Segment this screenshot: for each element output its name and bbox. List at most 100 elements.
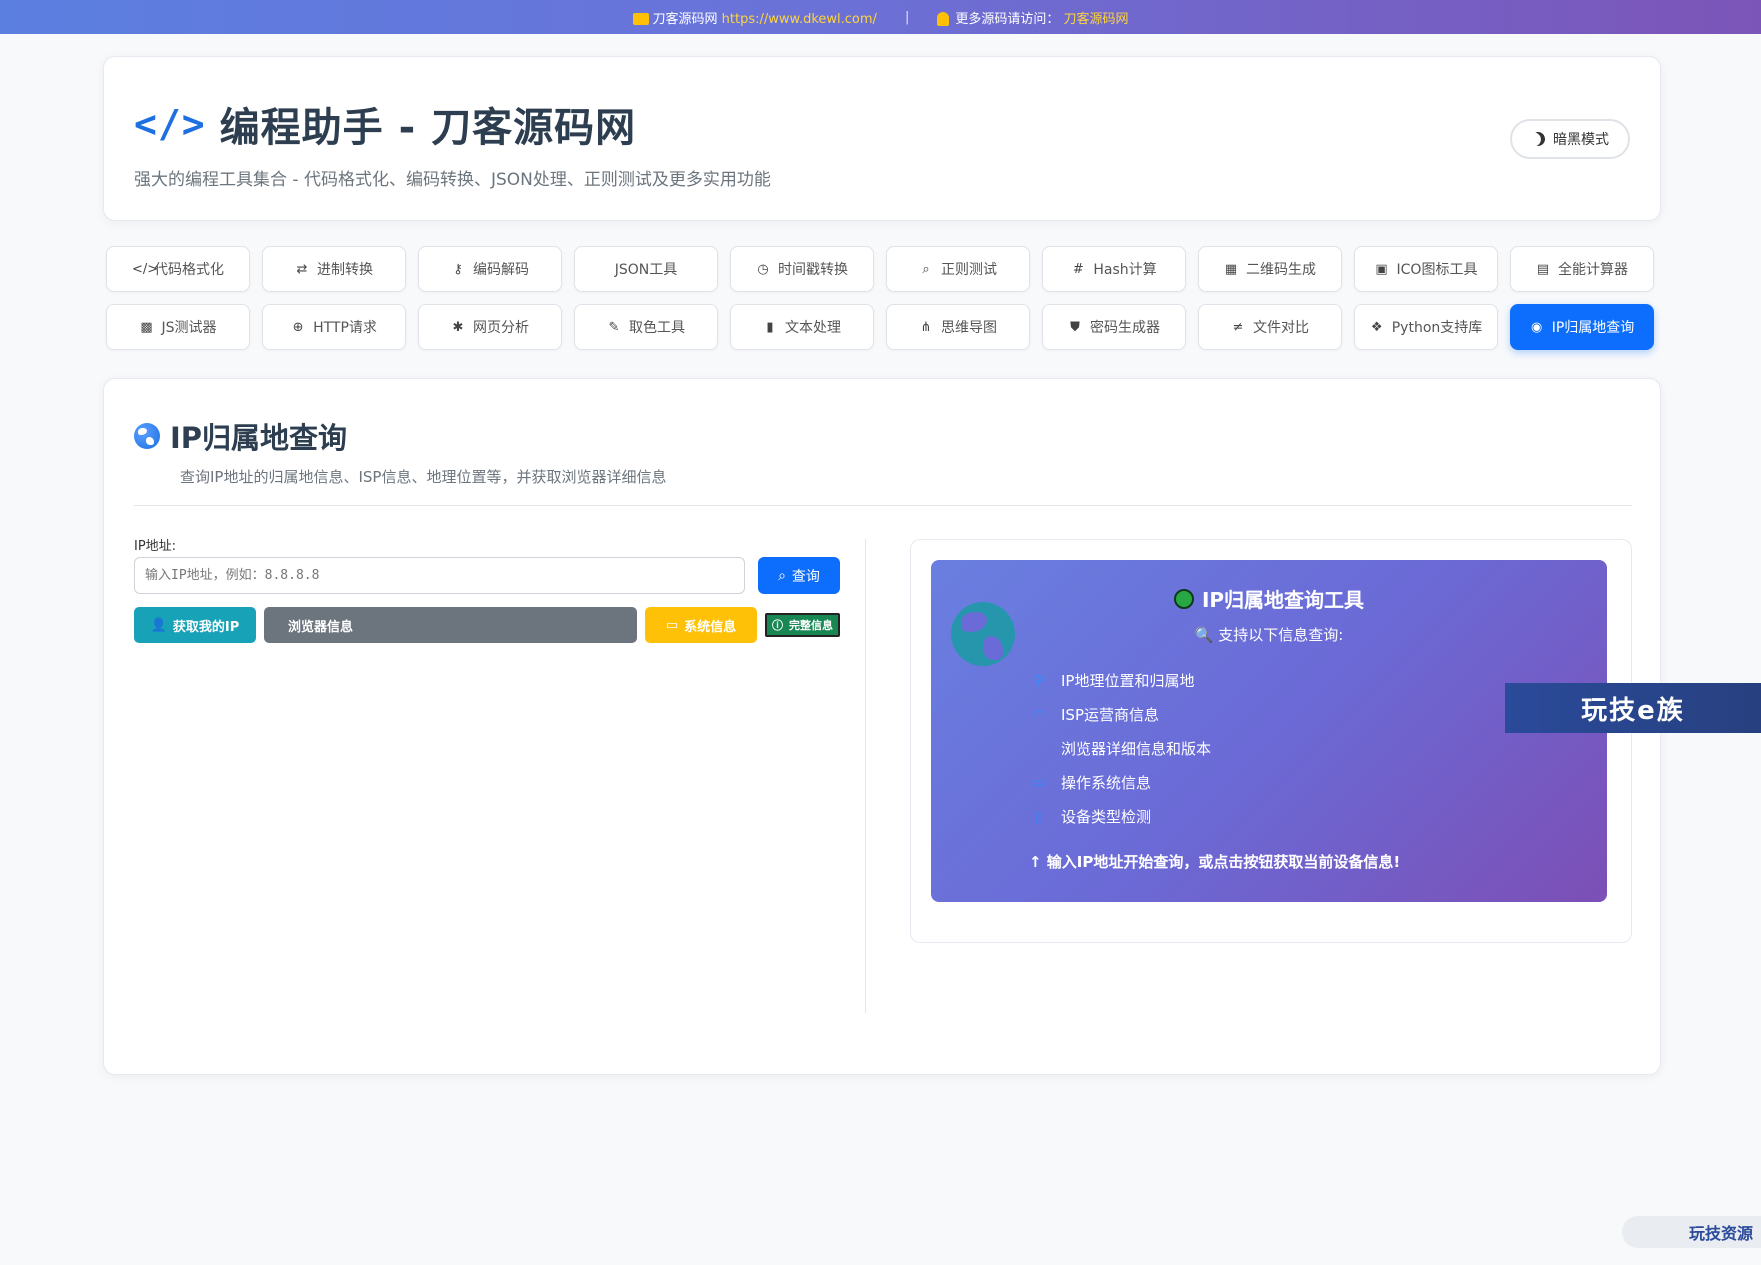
- info-panel-subtitle-text: 支持以下信息查询:: [1218, 626, 1344, 644]
- mobile-icon: ▯: [1035, 808, 1043, 825]
- full-info-button[interactable]: ⓘ 完整信息: [765, 613, 840, 637]
- globe-green-icon: [1173, 588, 1194, 609]
- wifi-icon: ◠: [1032, 706, 1046, 723]
- file-icon: ▮: [766, 319, 774, 335]
- tool-python[interactable]: ❖ Python支持库: [1354, 304, 1498, 350]
- tool-timestamp[interactable]: ◷ 时间戳转换: [730, 246, 874, 292]
- query-label: 查询: [791, 568, 820, 585]
- js-icon: ▩: [140, 319, 153, 335]
- page-subtitle: 强大的编程工具集合 - 代码格式化、编码转换、JSON处理、正则测试及更多实用功…: [134, 170, 771, 190]
- calculator-icon: ▤: [1536, 261, 1550, 277]
- dark-mode-button[interactable]: 暗黑模式: [1510, 119, 1630, 159]
- tool-label: 代码格式化: [154, 262, 224, 278]
- tool-label: Python支持库: [1391, 320, 1483, 336]
- tool-http[interactable]: ⊕ HTTP请求: [262, 304, 406, 350]
- flag-icon: [632, 13, 649, 25]
- tool-js-tester[interactable]: ▩ JS测试器: [106, 304, 250, 350]
- more-label: 更多源码请访问：: [955, 11, 1060, 27]
- exchange-icon: ⇄: [296, 261, 308, 277]
- tool-ico[interactable]: ▣ ICO图标工具: [1354, 246, 1498, 292]
- tool-calculator[interactable]: ▤ 全能计算器: [1510, 246, 1654, 292]
- tool-qrcode[interactable]: ▦ 二维码生成: [1198, 246, 1342, 292]
- tool-label: Hash计算: [1093, 262, 1157, 278]
- tool-label: 取色工具: [629, 320, 685, 336]
- tool-encode-decode[interactable]: ⚷ 编码解码: [418, 246, 562, 292]
- section-divider: [134, 505, 1632, 506]
- key-icon: ⚷: [453, 261, 463, 277]
- eyedropper-icon: ✎: [608, 319, 620, 335]
- info-panel-subtitle: 🔍 支持以下信息查询:: [931, 624, 1607, 645]
- page-title: </> 编程助手 - 刀客源码网: [134, 95, 636, 153]
- site-url[interactable]: https://www.dkewl.com/: [722, 12, 877, 27]
- section-subtitle: 查询IP地址的归属地信息、ISP信息、地理位置等，并获取浏览器详细信息: [180, 468, 667, 486]
- python-icon: ❖: [1370, 319, 1383, 335]
- btn-label: 浏览器信息: [288, 619, 354, 635]
- browser-info-button[interactable]: 浏览器信息: [264, 607, 637, 643]
- watermark-banner: 玩技e族: [1505, 683, 1761, 733]
- btn-label: 系统信息: [684, 619, 737, 635]
- tool-label: 全能计算器: [1558, 262, 1628, 278]
- info-panel-footer: ↑ 输入IP地址开始查询，或点击按钮获取当前设备信息!: [1029, 853, 1401, 871]
- more-link[interactable]: 刀客源码网: [1063, 12, 1128, 27]
- tool-base-convert[interactable]: ⇄ 进制转换: [262, 246, 406, 292]
- feature-item: ▯ 设备类型检测: [1031, 806, 1151, 827]
- feature-item: 浏览器详细信息和版本: [1031, 738, 1211, 759]
- tool-diff[interactable]: ≠ 文件对比: [1198, 304, 1342, 350]
- query-button[interactable]: ⌕ 查询: [758, 557, 840, 594]
- search-icon: ⌕: [778, 567, 786, 584]
- user-icon: 👤: [150, 617, 167, 633]
- get-my-ip-button[interactable]: 👤 获取我的IP: [134, 607, 256, 643]
- site-name: 刀客源码网: [652, 11, 718, 27]
- site-link[interactable]: 刀客源码网 https://www.dkewl.com/: [632, 8, 877, 27]
- topbar-separator: |: [904, 9, 910, 25]
- tool-label: IP归属地查询: [1551, 320, 1635, 336]
- tool-regex[interactable]: ⌕ 正则测试: [886, 246, 1030, 292]
- page-title-text: 编程助手 - 刀客源码网: [219, 105, 637, 151]
- dark-mode-label: 暗黑模式: [1553, 132, 1609, 148]
- qrcode-icon: ▦: [1224, 261, 1238, 277]
- system-info-button[interactable]: ▭ 系统信息: [645, 607, 757, 643]
- announcement-bar: 刀客源码网 https://www.dkewl.com/ | 更多源码请访问： …: [0, 0, 1761, 34]
- feature-label: IP地理位置和归属地: [1061, 672, 1195, 690]
- tool-label: JS测试器: [161, 320, 217, 336]
- info-icon: ⓘ: [772, 619, 783, 632]
- map-marker-icon: ⚲: [1033, 672, 1045, 689]
- tool-mindmap[interactable]: ⋔ 思维导图: [886, 304, 1030, 350]
- bug-icon: ✱: [452, 319, 464, 335]
- tool-label: 文本处理: [785, 320, 841, 336]
- tool-label: ICO图标工具: [1396, 262, 1478, 278]
- info-panel-title-text: IP归属地查询工具: [1201, 588, 1365, 612]
- tool-label: 时间戳转换: [778, 262, 848, 278]
- code-icon: </>: [132, 261, 159, 277]
- watermark-bottom: 玩技资源: [1622, 1216, 1761, 1248]
- tool-web-analysis[interactable]: ✱ 网页分析: [418, 304, 562, 350]
- section-title-text: IP归属地查询: [170, 421, 348, 455]
- tool-label: 正则测试: [941, 262, 997, 278]
- tool-password[interactable]: ⛊ 密码生成器: [1042, 304, 1186, 350]
- feature-label: 设备类型检测: [1061, 808, 1152, 826]
- query-panel: IP地址: ⌕ 查询 👤 获取我的IP 浏览器信息 ▭ 系统信息 ⓘ 完整信息: [134, 535, 840, 1015]
- globe-icon: ◉: [1531, 319, 1543, 335]
- tool-label: 密码生成器: [1090, 320, 1160, 336]
- tool-hash[interactable]: # Hash计算: [1042, 246, 1186, 292]
- btn-label: 完整信息: [789, 619, 833, 632]
- tool-label: HTTP请求: [313, 320, 377, 336]
- image-icon: ▣: [1375, 261, 1388, 277]
- tool-text[interactable]: ▮ 文本处理: [730, 304, 874, 350]
- bell-icon: [937, 12, 950, 26]
- tool-code-format[interactable]: </> 代码格式化: [106, 246, 250, 292]
- not-equal-icon: ≠: [1232, 319, 1244, 335]
- shield-icon: ⛊: [1070, 319, 1080, 335]
- ip-lookup-card: IP归属地查询 查询IP地址的归属地信息、ISP信息、地理位置等，并获取浏览器详…: [103, 378, 1661, 1075]
- feature-item: ⚲ IP地理位置和归属地: [1031, 670, 1195, 691]
- globe-icon: [134, 423, 160, 449]
- tool-nav: </> 代码格式化 ⇄ 进制转换 ⚷ 编码解码 JSON工具 ◷ 时间戳转换 ⌕ 正则测试…: [106, 246, 1658, 362]
- ip-input[interactable]: [134, 557, 745, 594]
- tool-json[interactable]: JSON工具: [574, 246, 718, 292]
- tool-color-picker[interactable]: ✎ 取色工具: [574, 304, 718, 350]
- ip-field-label: IP地址:: [134, 539, 177, 554]
- info-panel-title: IP归属地查询工具: [931, 584, 1607, 613]
- tool-ip-lookup[interactable]: ◉ IP归属地查询: [1510, 304, 1654, 350]
- column-divider: [865, 539, 866, 1013]
- feature-label: ISP运营商信息: [1061, 706, 1159, 724]
